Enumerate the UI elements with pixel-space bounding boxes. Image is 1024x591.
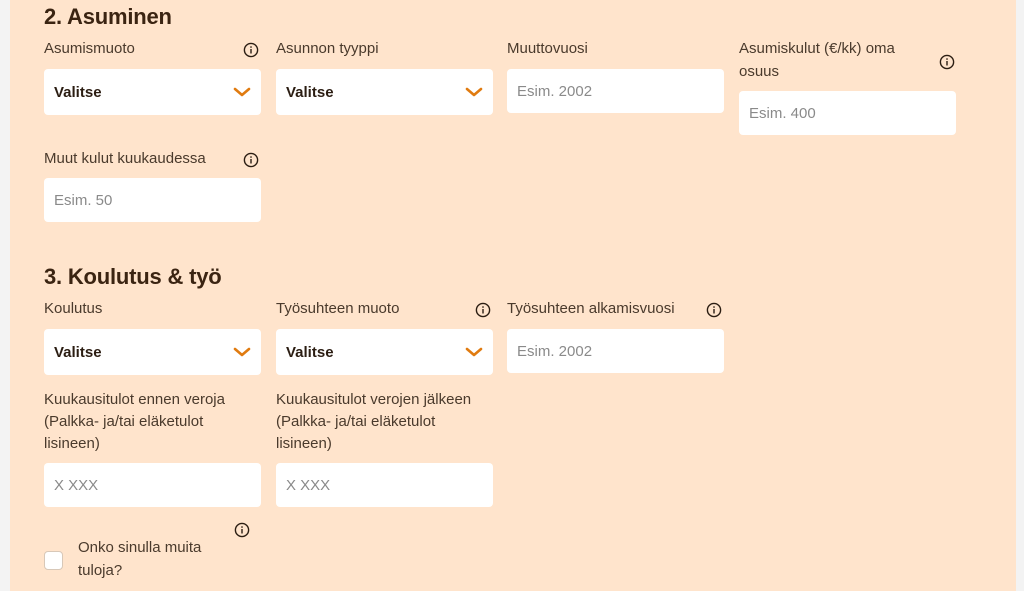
info-icon[interactable] [475,302,491,318]
section-title-koulutus-tyo: 3. Koulutus & työ [44,264,222,289]
tyosuhteen-muoto-label: Työsuhteen muoto [276,300,400,317]
asumismuoto-select[interactable]: Valitse [44,69,261,115]
tulot-ennen-label-line1: Kuukausitulot ennen veroja [44,391,225,408]
select-value: Valitse [54,83,102,101]
muita-tuloja-label-line1: Onko sinulla muita [78,539,202,556]
asumiskulut-label-line2: osuus [739,63,780,80]
tyosuhteen-alkamisvuosi-label: Työsuhteen alkamisvuosi [507,300,675,317]
tulot-ennen-label-line2: (Palkka- ja/tai eläketulot [44,413,204,430]
info-icon[interactable] [234,522,250,538]
tyosuhteen-alkamisvuosi-input[interactable] [507,329,724,373]
tulot-jalkeen-label-line1: Kuukausitulot verojen jälkeen [276,391,472,408]
tulot-jalkeen-label-line3: lisineen) [276,435,332,452]
chevron-down-icon [233,347,251,357]
tulot-jalkeen-label-line2: (Palkka- ja/tai eläketulot [276,413,436,430]
section-title-asuminen: 2. Asuminen [44,4,172,29]
asumiskulut-label-line1: Asumiskulut (€/kk) oma [739,40,895,57]
info-icon[interactable] [706,302,722,318]
info-icon[interactable] [939,54,955,70]
muuttovuosi-input[interactable] [507,69,724,113]
chevron-down-icon [465,87,483,97]
muita-tuloja-label-line2: tuloja? [78,562,123,579]
muut-kulut-input[interactable] [44,178,261,222]
info-icon[interactable] [243,152,259,168]
asunnon-tyyppi-label: Asunnon tyyppi [276,40,379,57]
chevron-down-icon [465,347,483,357]
koulutus-label: Koulutus [44,300,103,317]
select-value: Valitse [54,343,102,361]
asumismuoto-label: Asumismuoto [44,40,135,57]
select-value: Valitse [286,343,334,361]
select-value: Valitse [286,83,334,101]
chevron-down-icon [233,87,251,97]
tulot-ennen-label-line3: lisineen) [44,435,100,452]
muita-tuloja-checkbox[interactable] [44,551,63,570]
asunnon-tyyppi-select[interactable]: Valitse [276,69,493,115]
tyosuhteen-muoto-select[interactable]: Valitse [276,329,493,375]
asumiskulut-input[interactable] [739,91,956,135]
muuttovuosi-label: Muuttovuosi [507,40,588,57]
tulot-ennen-input[interactable] [44,463,261,507]
muut-kulut-label: Muut kulut kuukaudessa [44,150,206,167]
tulot-jalkeen-input[interactable] [276,463,493,507]
info-icon[interactable] [243,42,259,58]
koulutus-select[interactable]: Valitse [44,329,261,375]
